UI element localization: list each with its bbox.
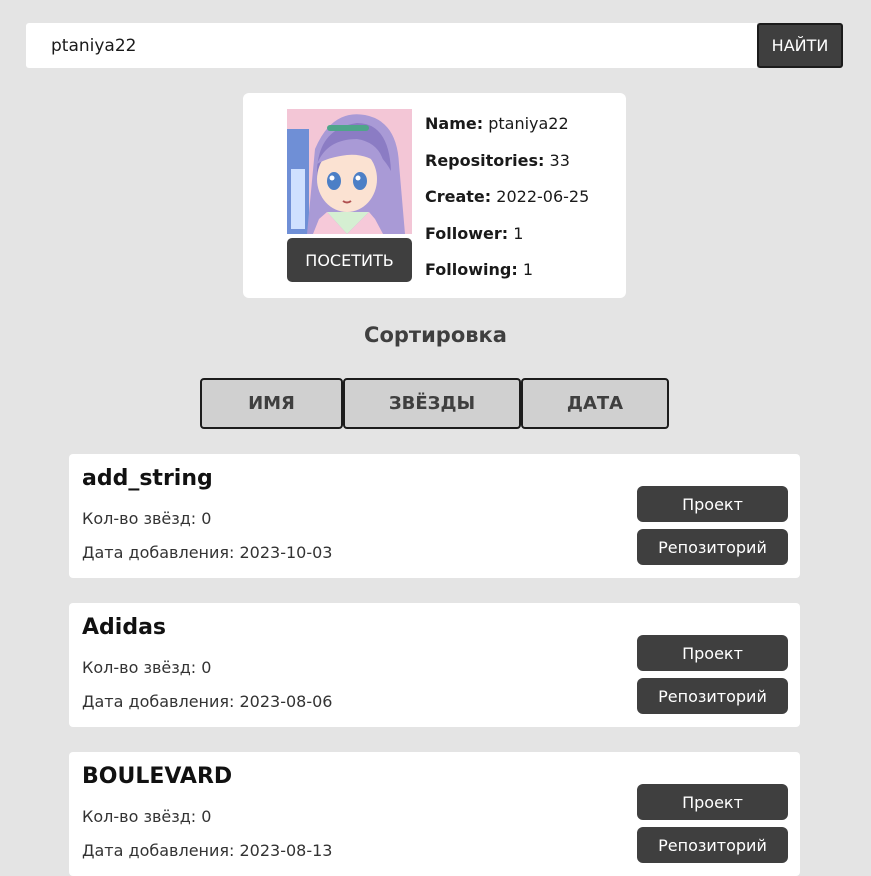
- repo-date: Дата добавления: 2023-10-03: [82, 543, 333, 562]
- repo-project-button[interactable]: Проект: [637, 784, 788, 820]
- avatar: [287, 109, 412, 234]
- search-button[interactable]: НАЙТИ: [757, 23, 843, 68]
- profile-create-value: 2022-06-25: [496, 187, 590, 206]
- profile-following-row: Following: 1: [425, 257, 589, 294]
- repo-card: add_string Кол-во звёзд: 0 Дата добавлен…: [69, 454, 800, 578]
- profile-follower-value: 1: [513, 223, 524, 243]
- profile-repositories-row: Repositories: 33: [425, 148, 589, 185]
- profile-follower-label: Follower:: [425, 223, 509, 243]
- sort-by-stars-button[interactable]: ЗВЁЗДЫ: [343, 378, 521, 429]
- repo-date: Дата добавления: 2023-08-13: [82, 841, 333, 860]
- profile-follower-row: Follower: 1: [425, 221, 589, 258]
- profile-following-value: 1: [522, 260, 534, 279]
- search-bar: НАЙТИ: [26, 23, 843, 68]
- repo-repository-button[interactable]: Репозиторий: [637, 678, 788, 714]
- visit-profile-button[interactable]: ПОСЕТИТЬ: [287, 238, 412, 282]
- repo-stars: Кол-во звёзд: 0: [82, 658, 212, 677]
- sort-by-date-button[interactable]: ДАТА: [521, 378, 669, 429]
- repo-repository-button[interactable]: Репозиторий: [637, 827, 788, 863]
- profile-info-list: Name: ptaniya22 Repositories: 33 Create:…: [425, 111, 589, 294]
- repo-card: Adidas Кол-во звёзд: 0 Дата добавления: …: [69, 603, 800, 727]
- repo-project-button[interactable]: Проект: [637, 486, 788, 522]
- profile-create-row: Create: 2022-06-25: [425, 184, 589, 221]
- repo-project-button[interactable]: Проект: [637, 635, 788, 671]
- repo-name: BOULEVARD: [82, 764, 233, 789]
- profile-repositories-label: Repositories:: [425, 150, 545, 170]
- repo-repository-button[interactable]: Репозиторий: [637, 529, 788, 565]
- sort-title: Сортировка: [364, 323, 507, 347]
- repo-name: add_string: [82, 466, 213, 491]
- sort-by-name-button[interactable]: ИМЯ: [200, 378, 343, 429]
- profile-card: ПОСЕТИТЬ Name: ptaniya22 Repositories: 3…: [243, 93, 626, 298]
- profile-name-value: ptaniya22: [488, 114, 569, 133]
- search-input[interactable]: [26, 23, 757, 68]
- profile-following-label: Following:: [425, 260, 518, 279]
- profile-repositories-value: 33: [549, 150, 570, 170]
- repo-card: BOULEVARD Кол-во звёзд: 0 Дата добавлени…: [69, 752, 800, 876]
- repo-stars: Кол-во звёзд: 0: [82, 807, 212, 826]
- profile-create-label: Create:: [425, 187, 492, 206]
- repo-stars: Кол-во звёзд: 0: [82, 509, 212, 528]
- profile-name-row: Name: ptaniya22: [425, 111, 589, 148]
- repo-date: Дата добавления: 2023-08-06: [82, 692, 333, 711]
- repo-name: Adidas: [82, 615, 167, 640]
- avatar-anime-girl-image: [287, 109, 412, 234]
- profile-name-label: Name:: [425, 114, 484, 133]
